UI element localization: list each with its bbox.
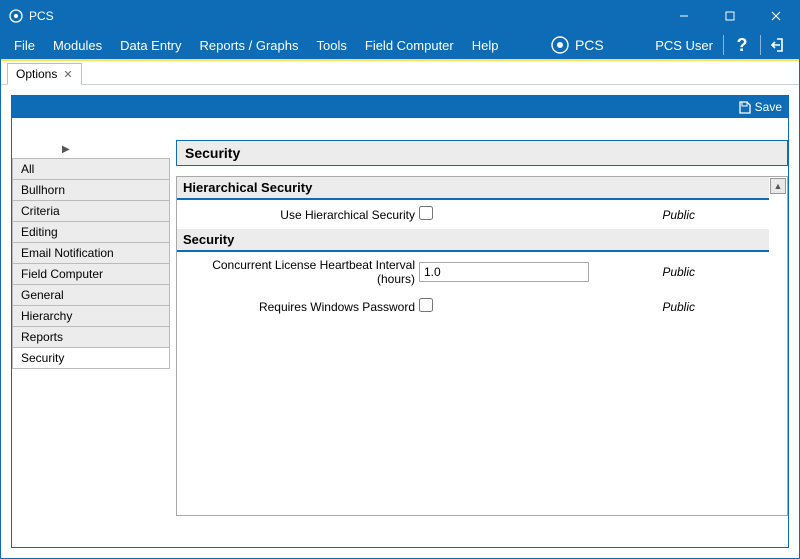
- menu-modules[interactable]: Modules: [44, 31, 111, 59]
- field-label: Requires Windows Password: [181, 300, 419, 314]
- window-title: PCS: [29, 9, 54, 23]
- requires-windows-password-checkbox[interactable]: [419, 298, 433, 312]
- sidebar-expand-icon[interactable]: ▶: [12, 140, 170, 158]
- sidebar-item-all[interactable]: All: [12, 159, 170, 180]
- field-heartbeat-interval: Concurrent License Heartbeat Interval (h…: [177, 252, 769, 292]
- panel-toolbar: Save: [12, 96, 788, 118]
- menu-help[interactable]: Help: [463, 31, 508, 59]
- save-label: Save: [755, 100, 782, 114]
- menubar: File Modules Data Entry Reports / Graphs…: [1, 31, 799, 61]
- group-heading-security: Security: [177, 229, 769, 252]
- menu-data-entry[interactable]: Data Entry: [111, 31, 190, 59]
- field-label: Use Hierarchical Security: [181, 208, 419, 222]
- app-icon: [9, 9, 23, 23]
- page-title: Security: [176, 140, 788, 166]
- panel-body: ▶ All Bullhorn Criteria Editing Email No…: [12, 118, 788, 547]
- field-use-hierarchical-security: Use Hierarchical Security Public: [177, 200, 769, 229]
- tabstrip: Options ✕: [1, 61, 799, 85]
- sidebar-item-security[interactable]: Security: [12, 348, 170, 369]
- menu-divider: [723, 35, 724, 55]
- sidebar-item-hierarchy[interactable]: Hierarchy: [12, 306, 170, 327]
- options-panel: Save ▶ All Bullhorn Criteria Editing Ema…: [11, 95, 789, 548]
- use-hierarchical-security-checkbox[interactable]: [419, 206, 433, 220]
- menu-field-computer[interactable]: Field Computer: [356, 31, 463, 59]
- menu-divider: [760, 35, 761, 55]
- menu-file[interactable]: File: [5, 31, 44, 59]
- menu-reports-graphs[interactable]: Reports / Graphs: [191, 31, 308, 59]
- content-area: Save ▶ All Bullhorn Criteria Editing Ema…: [1, 85, 799, 558]
- menu-tools[interactable]: Tools: [308, 31, 356, 59]
- sidebar-item-bullhorn[interactable]: Bullhorn: [12, 180, 170, 201]
- field-requires-windows-password: Requires Windows Password Public: [177, 292, 769, 321]
- sidebar-item-general[interactable]: General: [12, 285, 170, 306]
- sidebar-item-email-notification[interactable]: Email Notification: [12, 243, 170, 264]
- sidebar-item-criteria[interactable]: Criteria: [12, 201, 170, 222]
- sidebar-item-field-computer[interactable]: Field Computer: [12, 264, 170, 285]
- help-icon-button[interactable]: ?: [726, 31, 758, 59]
- menu-user[interactable]: PCS User: [647, 38, 721, 53]
- logout-icon: [770, 36, 788, 54]
- options-sidebar: ▶ All Bullhorn Criteria Editing Email No…: [12, 140, 170, 547]
- field-scope: Public: [589, 300, 765, 314]
- close-button[interactable]: [753, 1, 799, 31]
- save-button[interactable]: Save: [738, 100, 782, 114]
- titlebar: PCS: [1, 1, 799, 31]
- tab-close-icon[interactable]: ✕: [63, 68, 72, 81]
- sidebar-item-editing[interactable]: Editing: [12, 222, 170, 243]
- settings-scroll-region: ▲ Hierarchical Security Use Hierarchical…: [176, 176, 788, 516]
- sidebar-item-reports[interactable]: Reports: [12, 327, 170, 348]
- menu-brand[interactable]: PCS: [541, 36, 614, 54]
- tab-label: Options: [16, 67, 57, 81]
- group-heading-hierarchical-security: Hierarchical Security: [177, 177, 769, 200]
- maximize-button[interactable]: [707, 1, 753, 31]
- minimize-button[interactable]: [661, 1, 707, 31]
- logout-button[interactable]: [763, 31, 795, 59]
- scroll-up-button[interactable]: ▲: [770, 178, 786, 194]
- brand-label: PCS: [575, 37, 604, 53]
- brand-icon: [551, 36, 569, 54]
- tab-options[interactable]: Options ✕: [7, 63, 82, 85]
- options-main: Security ▲ Hierarchical Security Use Hie…: [170, 140, 788, 547]
- heartbeat-interval-input[interactable]: [419, 262, 589, 282]
- save-icon: [738, 101, 751, 114]
- field-label: Concurrent License Heartbeat Interval (h…: [181, 258, 419, 286]
- field-scope: Public: [589, 208, 765, 222]
- field-scope: Public: [589, 265, 765, 279]
